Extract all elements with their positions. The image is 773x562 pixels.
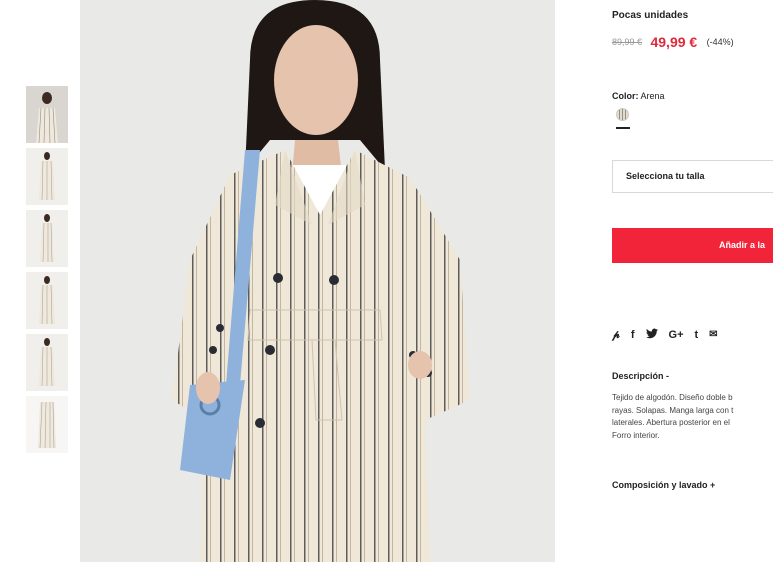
product-info-panel: Pocas unidades 89,99 € 49,99 € (-44%) Co… (612, 0, 773, 562)
facebook-icon[interactable]: f (631, 328, 635, 343)
google-plus-icon[interactable]: G+ (669, 328, 684, 343)
thumbnail-list (26, 86, 68, 458)
thumbnail-image (26, 148, 68, 205)
color-label: Color: (612, 91, 639, 101)
selected-swatch-indicator (616, 127, 630, 129)
thumbnail-6[interactable] (26, 396, 68, 453)
composition-toggle[interactable]: Composición y lavado + (612, 480, 715, 490)
stock-status: Pocas unidades (612, 10, 689, 21)
description-text: Tejido de algodón. Diseño doble b rayas.… (612, 392, 773, 442)
thumbnail-3[interactable] (26, 210, 68, 267)
discount-badge: (-44%) (706, 36, 734, 47)
color-value: Arena (640, 91, 665, 101)
product-main-image[interactable] (80, 0, 555, 562)
description-line: rayas. Solapas. Manga larga con t (612, 405, 734, 415)
thumbnail-4[interactable] (26, 272, 68, 329)
description-line: Tejido de algodón. Diseño doble b (612, 393, 733, 402)
add-to-cart-button[interactable]: Añadir a la (612, 228, 773, 263)
thumbnail-image (26, 272, 68, 329)
twitter-icon[interactable] (645, 328, 658, 343)
thumbnail-2[interactable] (26, 148, 68, 205)
thumbnail-5[interactable] (26, 334, 68, 391)
thumbnail-image (26, 396, 68, 453)
thumbnail-image (26, 334, 68, 391)
size-select[interactable]: Selecciona tu talla (612, 160, 773, 193)
tumblr-icon[interactable]: t (695, 328, 699, 343)
description-line: Forro interior. (612, 430, 660, 440)
description-line: laterales. Abertura posterior en el (612, 418, 730, 427)
thumbnail-image (26, 210, 68, 267)
thumbnail-1[interactable] (26, 86, 68, 143)
color-swatch-arena[interactable] (616, 108, 629, 121)
social-share-bar: 𝓅 f G+ t ✉ (612, 328, 729, 343)
email-icon[interactable]: ✉ (709, 328, 717, 343)
sale-price: 49,99 € (650, 33, 698, 50)
thumbnail-image (26, 86, 68, 143)
description-toggle[interactable]: Descripción - (612, 371, 669, 381)
color-selection-label: Color: Arena (612, 91, 665, 101)
pinterest-icon[interactable]: 𝓅 (612, 328, 620, 343)
original-price: 89,99 € (612, 36, 643, 47)
model-illustration (80, 0, 555, 562)
price-block: 89,99 € 49,99 € (-44%) (612, 33, 734, 51)
